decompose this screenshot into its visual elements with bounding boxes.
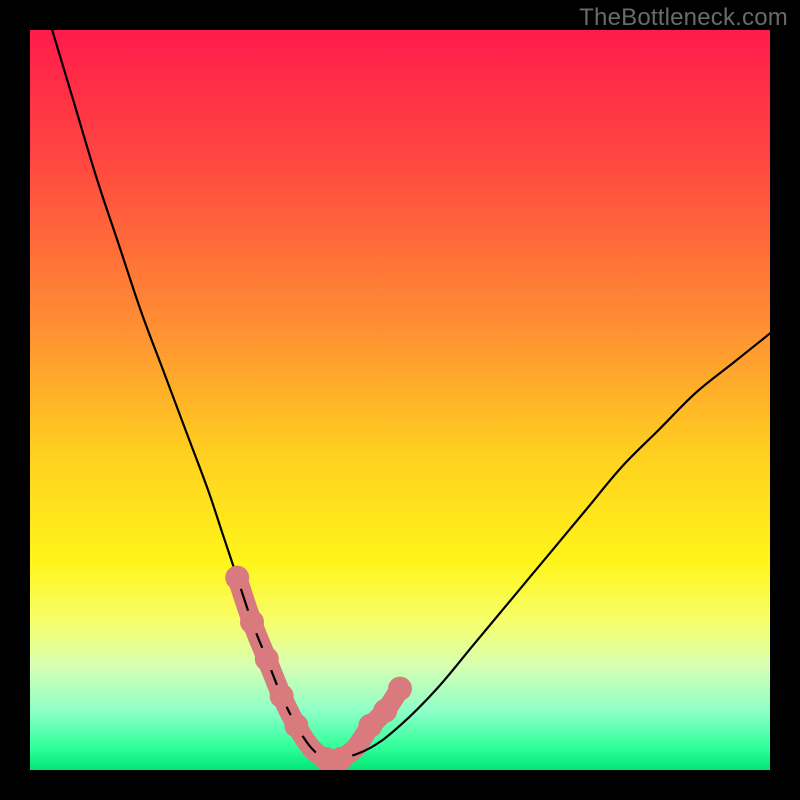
highlight-dot: [284, 714, 308, 738]
highlight-dot: [270, 684, 294, 708]
highlight-dot: [329, 747, 353, 770]
image-frame: TheBottleneck.com: [0, 0, 800, 800]
highlight-dot: [225, 566, 249, 590]
plot-area: [30, 30, 770, 770]
highlight-dot: [240, 610, 264, 634]
highlight-dot: [373, 699, 397, 723]
gradient-background: [30, 30, 770, 770]
highlight-dot: [255, 647, 279, 671]
highlight-dot: [388, 677, 412, 701]
watermark-text: TheBottleneck.com: [579, 4, 788, 32]
chart-svg: [30, 30, 770, 770]
